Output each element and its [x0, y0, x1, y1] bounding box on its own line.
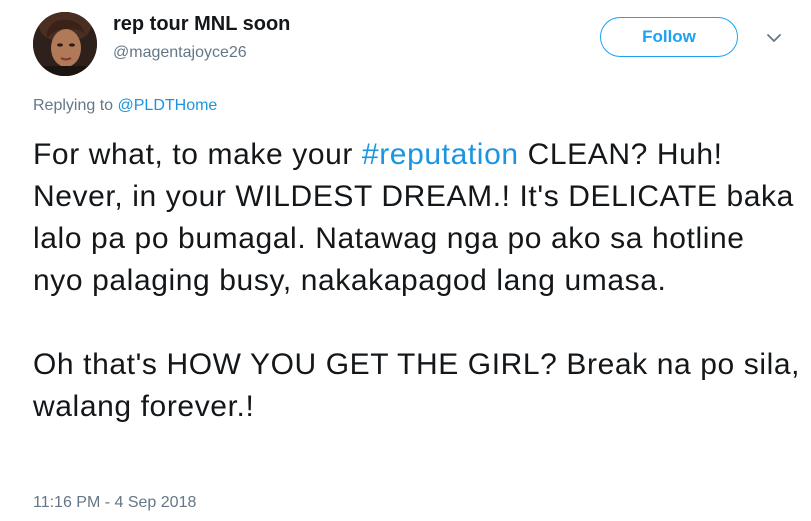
- reply-mention-link[interactable]: @PLDTHome: [118, 97, 218, 114]
- user-handle[interactable]: @magentajoyce26: [113, 44, 247, 62]
- tweet-text-before-hashtag: For what, to make your: [33, 138, 362, 171]
- tweet-card: rep tour MNL soon @magentajoyce26 Follow…: [0, 0, 811, 521]
- tweet-text: For what, to make your #reputation CLEAN…: [33, 134, 803, 428]
- tweet-paragraph-2: Oh that's HOW YOU GET THE GIRL? Break na…: [33, 348, 801, 423]
- chevron-down-icon[interactable]: [764, 30, 784, 46]
- avatar[interactable]: [33, 12, 97, 76]
- hashtag-link[interactable]: #reputation: [362, 138, 519, 171]
- follow-button[interactable]: Follow: [600, 17, 738, 57]
- reply-context: Replying to @PLDTHome: [33, 97, 217, 115]
- user-display-name[interactable]: rep tour MNL soon: [113, 13, 290, 36]
- tweet-timestamp[interactable]: 11:16 PM - 4 Sep 2018: [33, 494, 196, 512]
- avatar-image: [33, 12, 97, 76]
- tweet-paragraph-1: For what, to make your #reputation CLEAN…: [33, 134, 803, 302]
- reply-context-prefix: Replying to: [33, 97, 118, 114]
